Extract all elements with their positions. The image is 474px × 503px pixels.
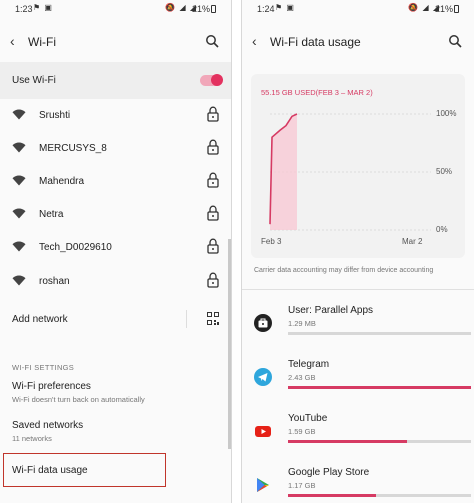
network-row[interactable]: Tech_D0029610: [0, 232, 231, 265]
lock-icon: [207, 106, 219, 122]
app-name: Telegram: [288, 359, 330, 370]
app-name: User: Parallel Apps: [288, 305, 374, 316]
saved-networks-item[interactable]: Saved networks 11 networks: [12, 420, 221, 443]
app-data-size: 1.17 GB: [288, 481, 316, 490]
network-name: Mahendra: [39, 176, 85, 187]
network-name: Netra: [39, 209, 64, 220]
battery-indicator: 21%: [192, 4, 216, 14]
search-icon[interactable]: [448, 34, 462, 48]
network-name: MERCUSYS_8: [39, 143, 107, 154]
usage-bar: [288, 386, 471, 389]
highlight-box: [3, 453, 166, 487]
use-wifi-row[interactable]: Use Wi-Fi: [0, 62, 231, 99]
network-row[interactable]: MERCUSYS_8: [0, 133, 231, 166]
network-name: roshan: [39, 276, 70, 287]
wifi-signal-icon: [12, 208, 26, 219]
battery-icon: [211, 5, 216, 13]
item-subtitle: Wi-Fi doesn't turn back on automatically: [12, 395, 145, 404]
wifi-data-usage-screen: 1:24 ⚑ ▣ 🔕 ◢ ◢ 21% ‹ Wi-Fi data usage 55…: [242, 0, 474, 503]
usage-bar-fill: [288, 440, 407, 443]
chart-title: 55.15 GB USED(FEB 3 – MAR 2): [261, 88, 373, 97]
wifi-settings-screen: 1:23 ⚑ ▣ 🔕 ◢ ◢ 21% ‹ Wi-Fi Use Wi-Fi Sru…: [0, 0, 231, 503]
app-bar: ‹ Wi-Fi: [0, 30, 231, 56]
network-name: Tech_D0029610: [39, 242, 112, 253]
qr-scan-icon[interactable]: [207, 312, 219, 325]
lock-icon: [207, 238, 219, 254]
youtube-icon: [255, 426, 271, 437]
network-row[interactable]: Netra: [0, 199, 231, 232]
usage-bar-fill: [288, 386, 471, 389]
page-title: Wi-Fi data usage: [270, 35, 361, 49]
battery-icon: [454, 5, 459, 13]
back-arrow-icon[interactable]: ‹: [252, 33, 257, 49]
status-bar: 1:24 ⚑ ▣ 🔕 ◢ ◢ 21%: [242, 0, 474, 18]
telegram-icon: [254, 368, 272, 386]
network-name: Srushti: [39, 110, 71, 121]
network-row[interactable]: Mahendra: [0, 166, 231, 199]
divider: [242, 289, 474, 290]
wifi-signal-icon: [12, 142, 26, 153]
wifi-preferences-item[interactable]: Wi-Fi preferences Wi-Fi doesn't turn bac…: [12, 381, 221, 404]
add-network-row[interactable]: Add network: [0, 305, 231, 335]
network-row[interactable]: roshan: [0, 266, 231, 299]
app-usage-row[interactable]: User: Parallel Apps 1.29 MB: [242, 298, 474, 352]
y-tick-label: 100%: [436, 109, 457, 118]
network-row[interactable]: Srushti: [0, 100, 231, 133]
app-name: YouTube: [288, 413, 328, 424]
toggle-knob: [211, 74, 223, 86]
lock-icon: [207, 139, 219, 155]
divider: [186, 310, 187, 328]
usage-chart: 55.15 GB USED(FEB 3 – MAR 2) 100% 50% 0% F…: [251, 74, 465, 258]
item-subtitle: 11 networks: [12, 434, 52, 443]
app-data-size: 2.43 GB: [288, 373, 316, 382]
usage-bar: [288, 332, 471, 335]
use-wifi-label: Use Wi-Fi: [12, 75, 56, 86]
app-usage-row[interactable]: Google Play Store 1.17 GB: [242, 460, 474, 503]
app-name: Google Play Store: [288, 467, 370, 478]
lock-icon: [207, 172, 219, 188]
y-tick-label: 50%: [436, 167, 453, 176]
wifi-signal-icon: [12, 175, 26, 186]
wifi-signal-icon: [12, 275, 26, 286]
app-data-size: 1.29 MB: [288, 319, 316, 328]
x-tick-label: Feb 3: [261, 237, 282, 246]
notification-icons: ⚑ ▣: [275, 3, 295, 12]
usage-chart-svg: [251, 74, 465, 258]
battery-indicator: 21%: [435, 4, 459, 14]
wifi-signal-icon: [12, 241, 26, 252]
usage-bar: [288, 494, 471, 497]
add-network-label: Add network: [12, 314, 68, 325]
app-bar: ‹ Wi-Fi data usage: [242, 30, 474, 56]
lock-icon: [207, 272, 219, 288]
section-header: WI-FI SETTINGS: [12, 363, 75, 372]
x-tick-label: Mar 2: [402, 237, 423, 246]
app-usage-row[interactable]: YouTube 1.59 GB: [242, 406, 474, 460]
usage-bar-fill: [288, 494, 376, 497]
lock-icon: [207, 205, 219, 221]
item-title: Saved networks: [12, 420, 84, 431]
app-data-size: 1.59 GB: [288, 427, 316, 436]
wifi-toggle[interactable]: [200, 74, 223, 86]
status-bar: 1:23 ⚑ ▣ 🔕 ◢ ◢ 21%: [0, 0, 231, 18]
item-title: Wi-Fi preferences: [12, 381, 91, 392]
notification-icons: ⚑ ▣: [33, 3, 53, 12]
y-tick-label: 0%: [436, 225, 448, 234]
status-time: 1:24: [257, 4, 275, 14]
back-arrow-icon[interactable]: ‹: [10, 33, 15, 49]
page-title: Wi-Fi: [28, 35, 56, 49]
briefcase-icon: [254, 314, 272, 332]
carrier-note: Carrier data accounting may differ from …: [254, 267, 434, 274]
screen-divider: [231, 0, 242, 503]
wifi-signal-icon: [12, 109, 26, 120]
status-time: 1:23: [15, 4, 33, 14]
play-store-icon: [257, 478, 269, 492]
app-usage-row[interactable]: Telegram 2.43 GB: [242, 352, 474, 406]
search-icon[interactable]: [205, 34, 219, 48]
usage-bar: [288, 440, 471, 443]
